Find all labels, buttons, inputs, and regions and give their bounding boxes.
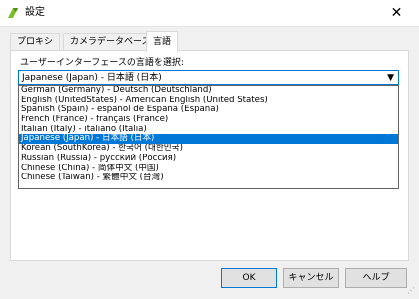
language-option-german[interactable]: German (Germany) - Deutsch (Deutschland) — [19, 86, 398, 96]
language-option-chinese-taiwan[interactable]: Chinese (Taiwan) - 繁體中文 (台灣) — [19, 173, 398, 183]
close-icon[interactable]: ✕ — [374, 0, 419, 26]
language-option-english[interactable]: English (UnitedStates) - American Englis… — [19, 96, 398, 106]
language-option-italian[interactable]: Italian (Italy) - italiano (Italia) — [19, 125, 398, 135]
chevron-down-icon[interactable]: ▼ — [387, 72, 394, 84]
language-option-chinese-china[interactable]: Chinese (China) - 简体中文 (中国) — [19, 164, 398, 174]
window-title: 設定 — [25, 7, 45, 18]
language-option-japanese[interactable]: Japanese (Japan) - 日本語 (日本) — [19, 134, 398, 145]
ok-button[interactable]: OK — [221, 268, 277, 288]
language-label: ユーザーインターフェースの言語を選択: — [20, 58, 184, 68]
language-dropdown-list[interactable]: German (Germany) - Deutsch (Deutschland)… — [18, 85, 399, 189]
title-bar: 設定 ✕ — [0, 0, 419, 26]
tab-language[interactable]: 言語 — [146, 31, 179, 52]
tab-proxy[interactable]: プロキシ — [10, 33, 61, 51]
language-select-value: Japanese (Japan) - 日本語 (日本) — [22, 73, 162, 83]
resize-grip-icon[interactable]: ⋰ — [407, 286, 417, 296]
language-option-spanish[interactable]: Spanish (Spain) - español de España (Esp… — [19, 105, 398, 115]
language-option-french[interactable]: French (France) - français (France) — [19, 115, 398, 125]
language-select[interactable]: Japanese (Japan) - 日本語 (日本) ▼ — [18, 70, 399, 85]
cancel-button[interactable]: キャンセル — [283, 268, 339, 288]
tab-camera-database[interactable]: カメラデータベース — [63, 33, 158, 51]
language-option-russian[interactable]: Russian (Russia) - русский (Россия) — [19, 154, 398, 164]
language-option-korean[interactable]: Korean (SouthKorea) - 한국어 (대한민국) — [19, 144, 398, 154]
help-button[interactable]: ヘルプ — [345, 268, 407, 288]
app-icon — [8, 8, 18, 18]
